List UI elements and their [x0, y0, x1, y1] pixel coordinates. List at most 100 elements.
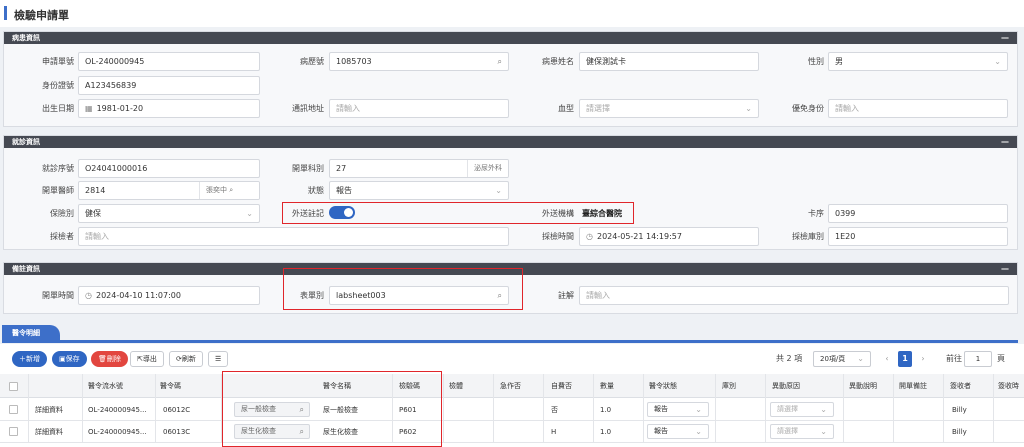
- prev-page-icon[interactable]: ‹: [880, 351, 894, 367]
- current-page[interactable]: 1: [898, 351, 912, 367]
- chevron-down-icon: ⌄: [745, 104, 752, 113]
- order-status-select[interactable]: 報告 ⌄: [647, 424, 709, 439]
- select-all-checkbox[interactable]: [9, 382, 18, 391]
- detail-link[interactable]: 詳細資料: [35, 421, 63, 443]
- save-button[interactable]: ▣保存: [52, 351, 87, 367]
- plus-icon: ＋: [19, 355, 26, 363]
- table-row[interactable]: 詳細資料 OL-240000945... 06012C 尿一般檢查 ⌕ 尿一般檢查…: [0, 399, 1024, 421]
- col-divider: [843, 374, 844, 442]
- clock-icon: ◷: [85, 291, 92, 300]
- dob-field[interactable]: ▦ 1981-01-20: [78, 99, 260, 118]
- total-count: 共 2 項: [776, 354, 803, 363]
- status-value: 報告: [336, 186, 352, 195]
- tab-underline: [2, 340, 1018, 343]
- order-status-value: 報告: [654, 427, 668, 435]
- collect-time-label: 採檢時間: [542, 232, 574, 241]
- tab-orders[interactable]: 醫令明細: [2, 325, 60, 342]
- note-label: 註解: [558, 291, 574, 300]
- addr-label: 通訊地址: [292, 104, 324, 113]
- goto-label: 前往: [946, 354, 962, 363]
- card-field[interactable]: 0399: [828, 204, 1008, 223]
- highlight-form: [283, 268, 523, 310]
- title-accent: [4, 6, 7, 20]
- col-store: 庫別: [722, 382, 736, 390]
- visit-panel: 就診資訊 — 就診序號 O24041000016 開單科別 27 泌尿外科 開單醫…: [3, 135, 1018, 250]
- collapse-icon[interactable]: —: [1001, 263, 1009, 275]
- remarks-panel-title: 備註資訊: [12, 265, 40, 273]
- ins-select[interactable]: 健保 ⌄: [78, 204, 260, 223]
- visit-no-label: 就診序號: [42, 164, 74, 173]
- collector-input[interactable]: 請輸入: [78, 227, 509, 246]
- open-time-field[interactable]: ◷ 2024-04-10 11:07:00: [78, 286, 260, 305]
- col-divider: [993, 374, 994, 442]
- order-reason-placeholder: 請選擇: [777, 427, 798, 435]
- row-checkbox[interactable]: [9, 405, 18, 414]
- goto-input[interactable]: 1: [964, 351, 992, 367]
- export-button[interactable]: ⇱導出: [130, 351, 164, 367]
- visit-panel-header: 就診資訊 —: [4, 136, 1017, 148]
- search-icon[interactable]: ⌕: [498, 53, 502, 70]
- chevron-down-icon: ⌄: [695, 405, 702, 414]
- col-status: 醫令狀態: [649, 382, 677, 390]
- collector-label: 採檢者: [50, 232, 74, 241]
- order-status-value: 報告: [654, 405, 668, 413]
- patient-panel: 病患資訊 — 申請單號 OL-240000945 病歷號 1085703 ⌕ 病患…: [3, 31, 1018, 127]
- chevron-down-icon: ⌄: [820, 405, 827, 414]
- chevron-down-icon: ⌄: [857, 354, 864, 363]
- collect-time-field[interactable]: ◷ 2024-05-21 14:19:57: [579, 227, 759, 246]
- chevron-down-icon: ⌄: [994, 57, 1001, 66]
- collect-type-field[interactable]: 1E20: [828, 227, 1008, 246]
- doctor-code: 2814: [85, 186, 106, 195]
- status-label: 狀態: [308, 186, 324, 195]
- chevron-down-icon: ⌄: [820, 427, 827, 436]
- open-time-label: 開單時間: [42, 291, 74, 300]
- col-divider: [28, 374, 29, 442]
- refresh-button[interactable]: ⟳刷新: [169, 351, 203, 367]
- search-icon[interactable]: ⌕: [229, 186, 233, 194]
- page-size-value: 20項/頁: [820, 355, 846, 363]
- column-settings-button[interactable]: ☰: [208, 351, 229, 367]
- chart-no-value: 1085703: [336, 57, 372, 66]
- doctor-name: 張奕中: [206, 186, 227, 194]
- visit-no-field[interactable]: O24041000016: [78, 159, 260, 178]
- blood-select[interactable]: 請選擇 ⌄: [579, 99, 759, 118]
- id-label: 身份證號: [42, 81, 74, 90]
- name-field[interactable]: 健保測試卡: [579, 52, 759, 71]
- col-divider: [543, 374, 544, 442]
- add-button[interactable]: ＋新增: [12, 351, 47, 367]
- col-divider: [593, 374, 594, 442]
- detail-link[interactable]: 詳細資料: [35, 399, 63, 421]
- order-reason-select[interactable]: 請選擇 ⌄: [770, 424, 834, 439]
- addr-input[interactable]: 請輸入: [329, 99, 509, 118]
- col-divider: [493, 374, 494, 442]
- doctor-field[interactable]: 2814 張奕中 ⌕: [78, 181, 260, 200]
- col-self-pay: 自費否: [551, 382, 572, 390]
- col-reason: 異動原因: [772, 382, 800, 390]
- open-time-value: 2024-04-10 11:07:00: [95, 291, 181, 300]
- col-divider: [715, 374, 716, 442]
- col-divider: [943, 374, 944, 442]
- collapse-icon[interactable]: —: [1001, 32, 1009, 44]
- status-select[interactable]: 報告 ⌄: [329, 181, 509, 200]
- order-reason-select[interactable]: 請選擇 ⌄: [770, 402, 834, 417]
- col-specimen: 檢體: [449, 382, 463, 390]
- order-serial: OL-240000945...: [88, 406, 147, 414]
- collapse-icon[interactable]: —: [1001, 136, 1009, 148]
- order-status-select[interactable]: 報告 ⌄: [647, 402, 709, 417]
- dept-field[interactable]: 27 泌尿外科: [329, 159, 509, 178]
- dept-name: 泌尿外科: [467, 160, 508, 177]
- col-divider: [82, 374, 83, 442]
- delete-button[interactable]: 🗑刪除: [91, 351, 128, 367]
- col-serial: 醫令流水號: [88, 382, 123, 390]
- sex-select[interactable]: 男 ⌄: [828, 52, 1008, 71]
- page-size-select[interactable]: 20項/頁 ⌄: [813, 351, 871, 367]
- orders-table: 醫令流水號 醫令碼 醫令名稱 檢驗碼 檢體 急作否 自費否 數量 醫令狀態 庫別…: [0, 374, 1024, 447]
- table-row[interactable]: 詳細資料 OL-240000945... 06013C 尿生化檢查 ⌕ 尿生化檢查…: [0, 421, 1024, 443]
- id-field[interactable]: A123456839: [78, 76, 260, 95]
- chart-no-field[interactable]: 1085703 ⌕: [329, 52, 509, 71]
- row-checkbox[interactable]: [9, 427, 18, 436]
- note-input[interactable]: 請輸入: [579, 286, 1009, 305]
- exempt-input[interactable]: 請輸入: [828, 99, 1008, 118]
- next-page-icon[interactable]: ›: [916, 351, 930, 367]
- app-no-field[interactable]: OL-240000945: [78, 52, 260, 71]
